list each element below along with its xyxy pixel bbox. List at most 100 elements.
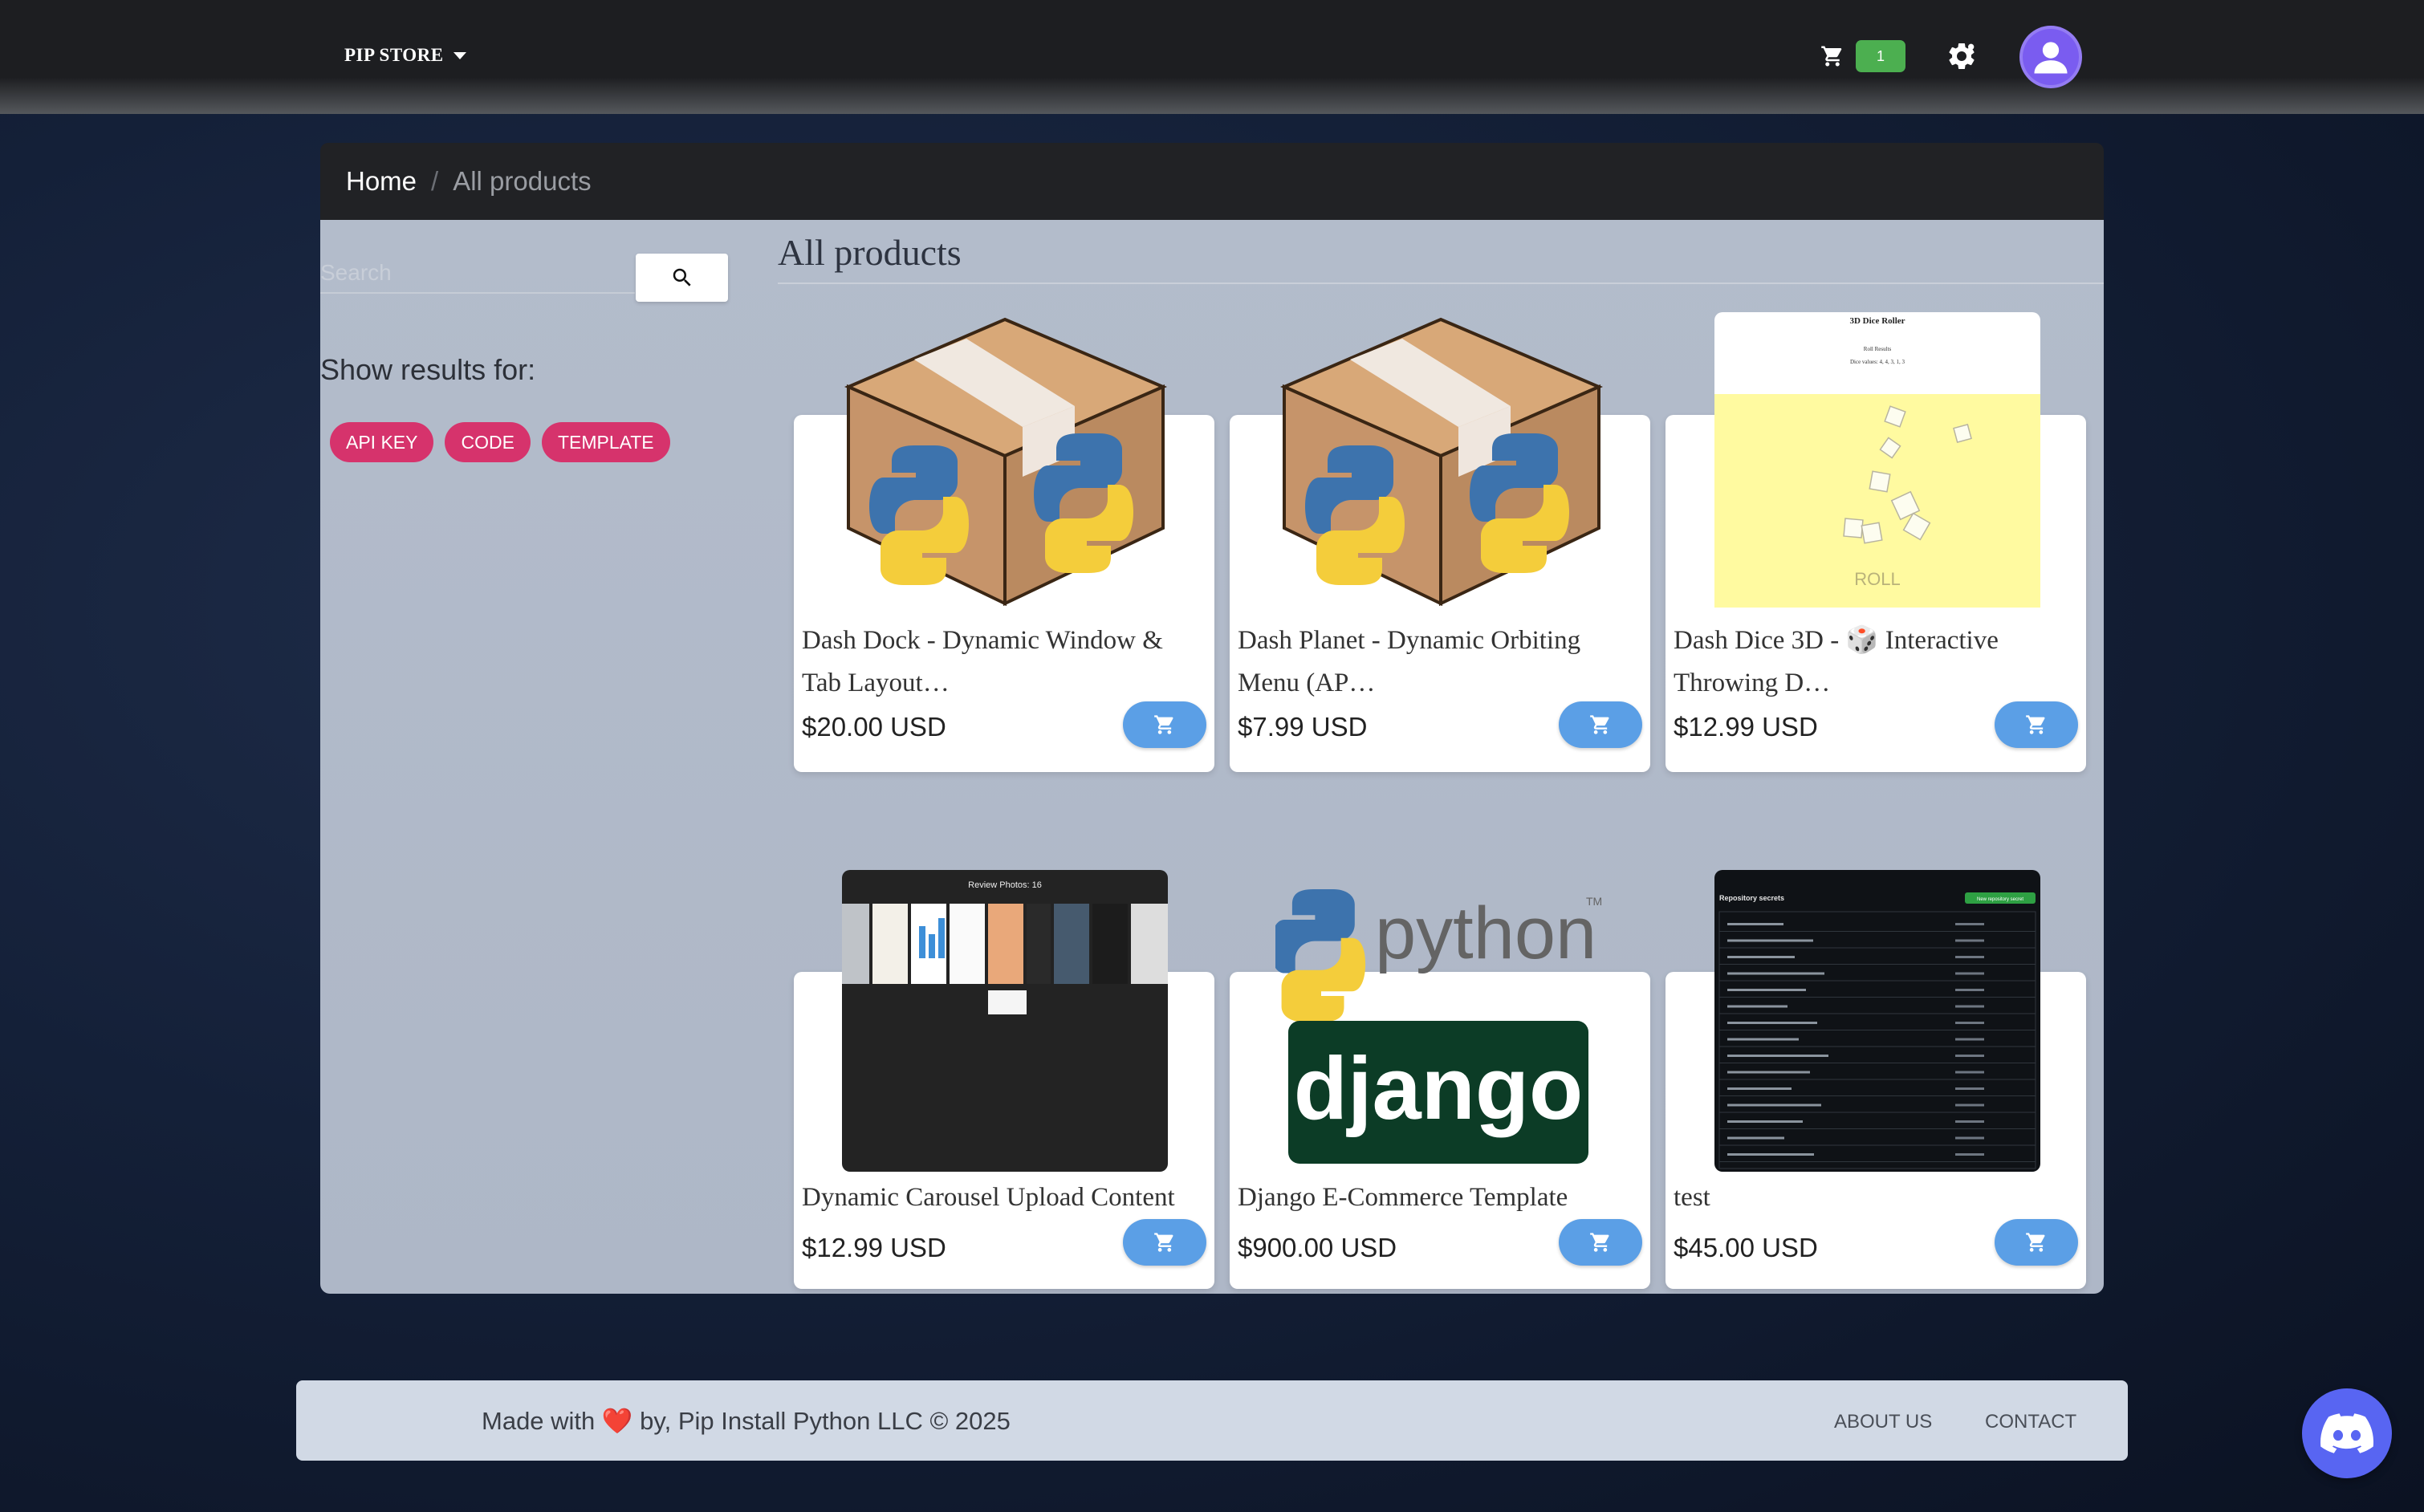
divider	[778, 282, 2104, 284]
breadcrumb-separator: /	[431, 166, 439, 196]
secret-row-updated	[1955, 1120, 1984, 1123]
secret-row-divider	[1719, 1161, 2036, 1162]
secret-row-name	[1727, 956, 1795, 958]
cart-link[interactable]: 1	[1820, 40, 1905, 72]
secret-row-name	[1727, 1153, 1814, 1156]
secret-row-updated	[1955, 1055, 1984, 1057]
product-title[interactable]: Dash Dock - Dynamic Window & Tab Layout…	[802, 620, 1207, 705]
search-button[interactable]	[636, 254, 728, 302]
secret-row-name	[1727, 1071, 1810, 1074]
discord-icon	[2320, 1413, 2373, 1453]
secret-row-updated	[1955, 939, 1984, 942]
secret-row-updated	[1955, 1136, 1984, 1140]
discord-button[interactable]	[2302, 1388, 2392, 1478]
cart-icon	[1154, 715, 1173, 734]
carousel-review-title: Review Photos: 16	[968, 880, 1042, 890]
product-title[interactable]: Dash Planet - Dynamic Orbiting Menu (AP…	[1238, 620, 1643, 705]
heart-icon: ❤️	[601, 1407, 633, 1435]
secret-row-divider	[1719, 931, 2036, 932]
chip-api-key[interactable]: API KEY	[330, 422, 434, 462]
secret-row-name	[1727, 1022, 1817, 1024]
secret-row-updated	[1955, 956, 1984, 958]
secret-row-name	[1727, 972, 1824, 975]
secret-row-name	[1727, 1120, 1803, 1123]
chip-template[interactable]: TEMPLATE	[541, 422, 670, 462]
python-box-image[interactable]	[1278, 313, 1604, 608]
dice-app-title: 3D Dice Roller	[1849, 316, 1905, 326]
chip-code[interactable]: CODE	[445, 422, 531, 462]
trademark-mark: TM	[1586, 895, 1602, 908]
secret-row-updated	[1955, 1022, 1984, 1024]
secret-row-name	[1727, 1087, 1792, 1090]
add-to-cart-button[interactable]	[1123, 1219, 1206, 1266]
python-django-image[interactable]: python TM django	[1275, 870, 1606, 1172]
product-price: $20.00 USD	[802, 712, 946, 742]
secret-row-updated	[1955, 1104, 1984, 1107]
brand-label: PIP STORE	[344, 45, 444, 65]
contact-link[interactable]: CONTACT	[1985, 1411, 2076, 1433]
secret-row-name	[1727, 939, 1813, 942]
django-wordmark: django	[1294, 1039, 1584, 1138]
product-title[interactable]: Dynamic Carousel Upload Content	[802, 1177, 1207, 1219]
footer-company: by, Pip Install Python LLC © 2025	[640, 1407, 1011, 1435]
secret-row-updated	[1955, 989, 1984, 991]
cart-icon	[1154, 1233, 1173, 1252]
secret-row-divider	[1719, 1128, 2036, 1129]
secret-row-name	[1727, 1005, 1787, 1008]
settings-button[interactable]	[1946, 40, 1978, 76]
carousel-image[interactable]: Review Photos: 16	[842, 870, 1168, 1172]
product-price: $900.00 USD	[1238, 1233, 1397, 1262]
add-to-cart-button[interactable]	[1123, 701, 1206, 748]
add-to-cart-button[interactable]	[1559, 1219, 1642, 1266]
secret-row-divider	[1719, 997, 2036, 998]
add-to-cart-button[interactable]	[1995, 701, 2078, 748]
secret-row-name	[1727, 923, 1783, 925]
cart-icon	[1821, 46, 1842, 67]
product-price: $12.99 USD	[1674, 712, 1818, 742]
filter-chips: API KEY CODE TEMPLATE	[330, 422, 670, 462]
add-to-cart-button[interactable]	[1559, 701, 1642, 748]
new-secret-button: New repository secret	[1977, 897, 2023, 902]
footer-credit: Made with ❤️ by, Pip Install Python LLC …	[482, 1406, 1011, 1436]
user-avatar[interactable]	[2019, 26, 2082, 88]
gear-icon	[1949, 43, 1975, 69]
secret-row-divider	[1719, 1112, 2036, 1113]
secret-row-divider	[1719, 964, 2036, 965]
product-price: $12.99 USD	[802, 1233, 946, 1262]
about-us-link[interactable]: ABOUT US	[1834, 1411, 1932, 1433]
secret-row-name	[1727, 1038, 1799, 1041]
secret-row-updated	[1955, 923, 1984, 925]
dice-roller-image[interactable]: 3D Dice Roller Roll Results Dice values:…	[1714, 312, 2040, 608]
add-to-cart-button[interactable]	[1995, 1219, 2078, 1266]
search-input[interactable]	[320, 254, 635, 294]
brand-dropdown[interactable]: PIP STORE	[344, 45, 466, 66]
python-box-image[interactable]	[842, 313, 1168, 608]
product-price: $7.99 USD	[1238, 712, 1368, 742]
roll-label: ROLL	[1854, 569, 1900, 589]
secret-row-name	[1727, 989, 1806, 991]
product-title[interactable]: test	[1674, 1177, 2079, 1219]
top-navbar: PIP STORE 1	[0, 0, 2424, 114]
secret-row-updated	[1955, 1038, 1984, 1041]
secret-row-name	[1727, 1104, 1821, 1107]
secrets-list-image[interactable]: Repository secrets New repository secret	[1714, 870, 2040, 1172]
cart-icon	[1590, 715, 1609, 734]
dice-values: Dice values: 4, 4, 3, 1, 3	[1850, 359, 1905, 365]
secret-row-updated	[1955, 1087, 1984, 1090]
footer: Made with ❤️ by, Pip Install Python LLC …	[296, 1380, 2128, 1461]
dice-roll-results: Roll Results	[1864, 346, 1892, 352]
user-avatar-icon	[2034, 42, 2068, 74]
secret-row-divider	[1719, 947, 2036, 949]
product-price: $45.00 USD	[1674, 1233, 1818, 1262]
secret-row-divider	[1719, 980, 2036, 982]
product-title[interactable]: Django E-Commerce Template	[1238, 1177, 1643, 1219]
filter-heading: Show results for:	[320, 353, 536, 386]
secret-row-divider	[1719, 1144, 2036, 1146]
product-title[interactable]: Dash Dice 3D - 🎲 Interactive Throwing D…	[1674, 620, 2079, 705]
breadcrumb-home-link[interactable]: Home	[346, 166, 417, 197]
cart-icon	[2026, 1233, 2045, 1252]
secrets-header: Repository secrets	[1719, 894, 1784, 902]
secret-row-name	[1727, 1055, 1828, 1057]
secret-row-updated	[1955, 972, 1984, 975]
breadcrumb: Home / All products	[320, 143, 2104, 220]
